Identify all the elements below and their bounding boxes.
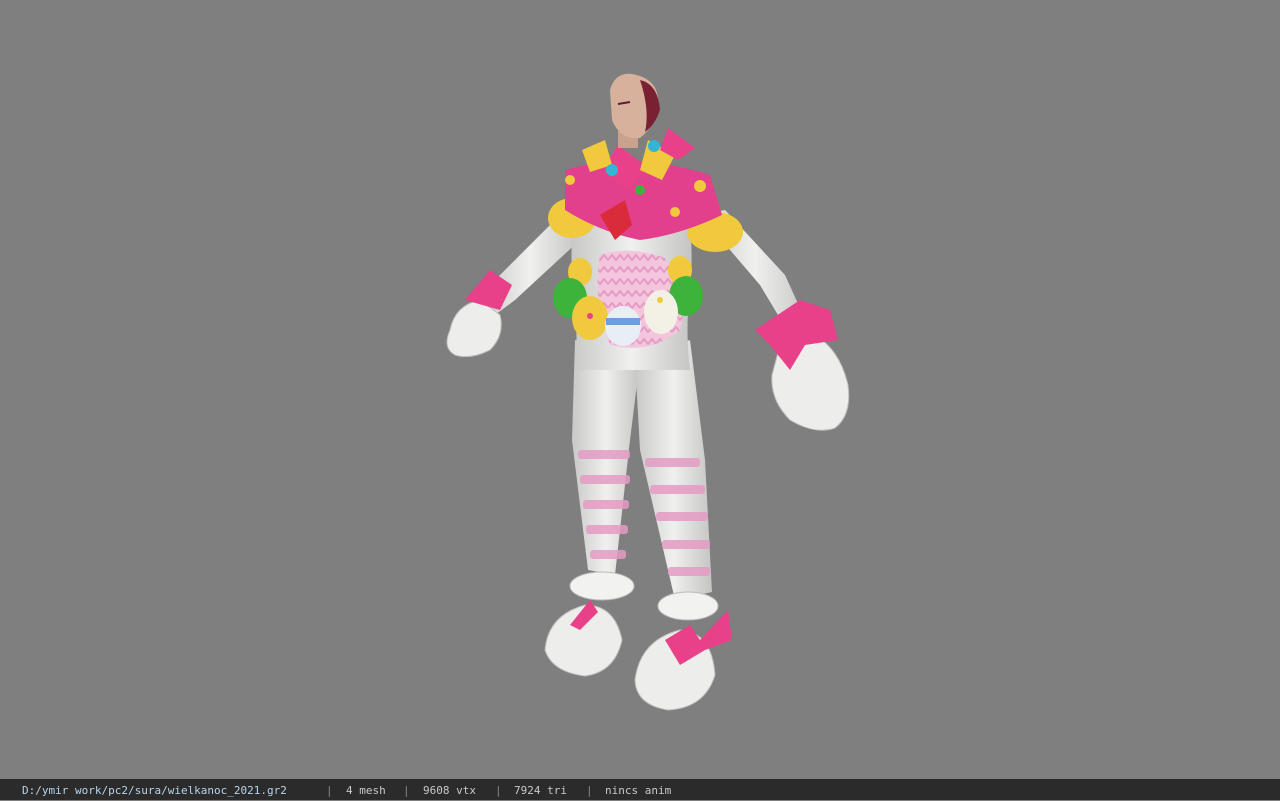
legs [569, 340, 719, 621]
head [610, 73, 660, 148]
collar [548, 128, 743, 252]
triangle-count: 7924 tri [514, 784, 567, 797]
separator: | [495, 784, 502, 797]
separator: | [326, 784, 333, 797]
character-model[interactable] [0, 0, 1280, 779]
mesh-count: 4 mesh [346, 784, 386, 797]
file-path: D:/ymir work/pc2/sura/wielkanoc_2021.gr2 [22, 784, 287, 797]
3d-viewport[interactable] [0, 0, 1280, 779]
separator: | [403, 784, 410, 797]
separator: | [586, 784, 593, 797]
vertex-count: 9608 vtx [423, 784, 476, 797]
animation-status: nincs anim [605, 784, 672, 797]
status-bar: D:/ymir work/pc2/sura/wielkanoc_2021.gr2… [0, 779, 1280, 800]
